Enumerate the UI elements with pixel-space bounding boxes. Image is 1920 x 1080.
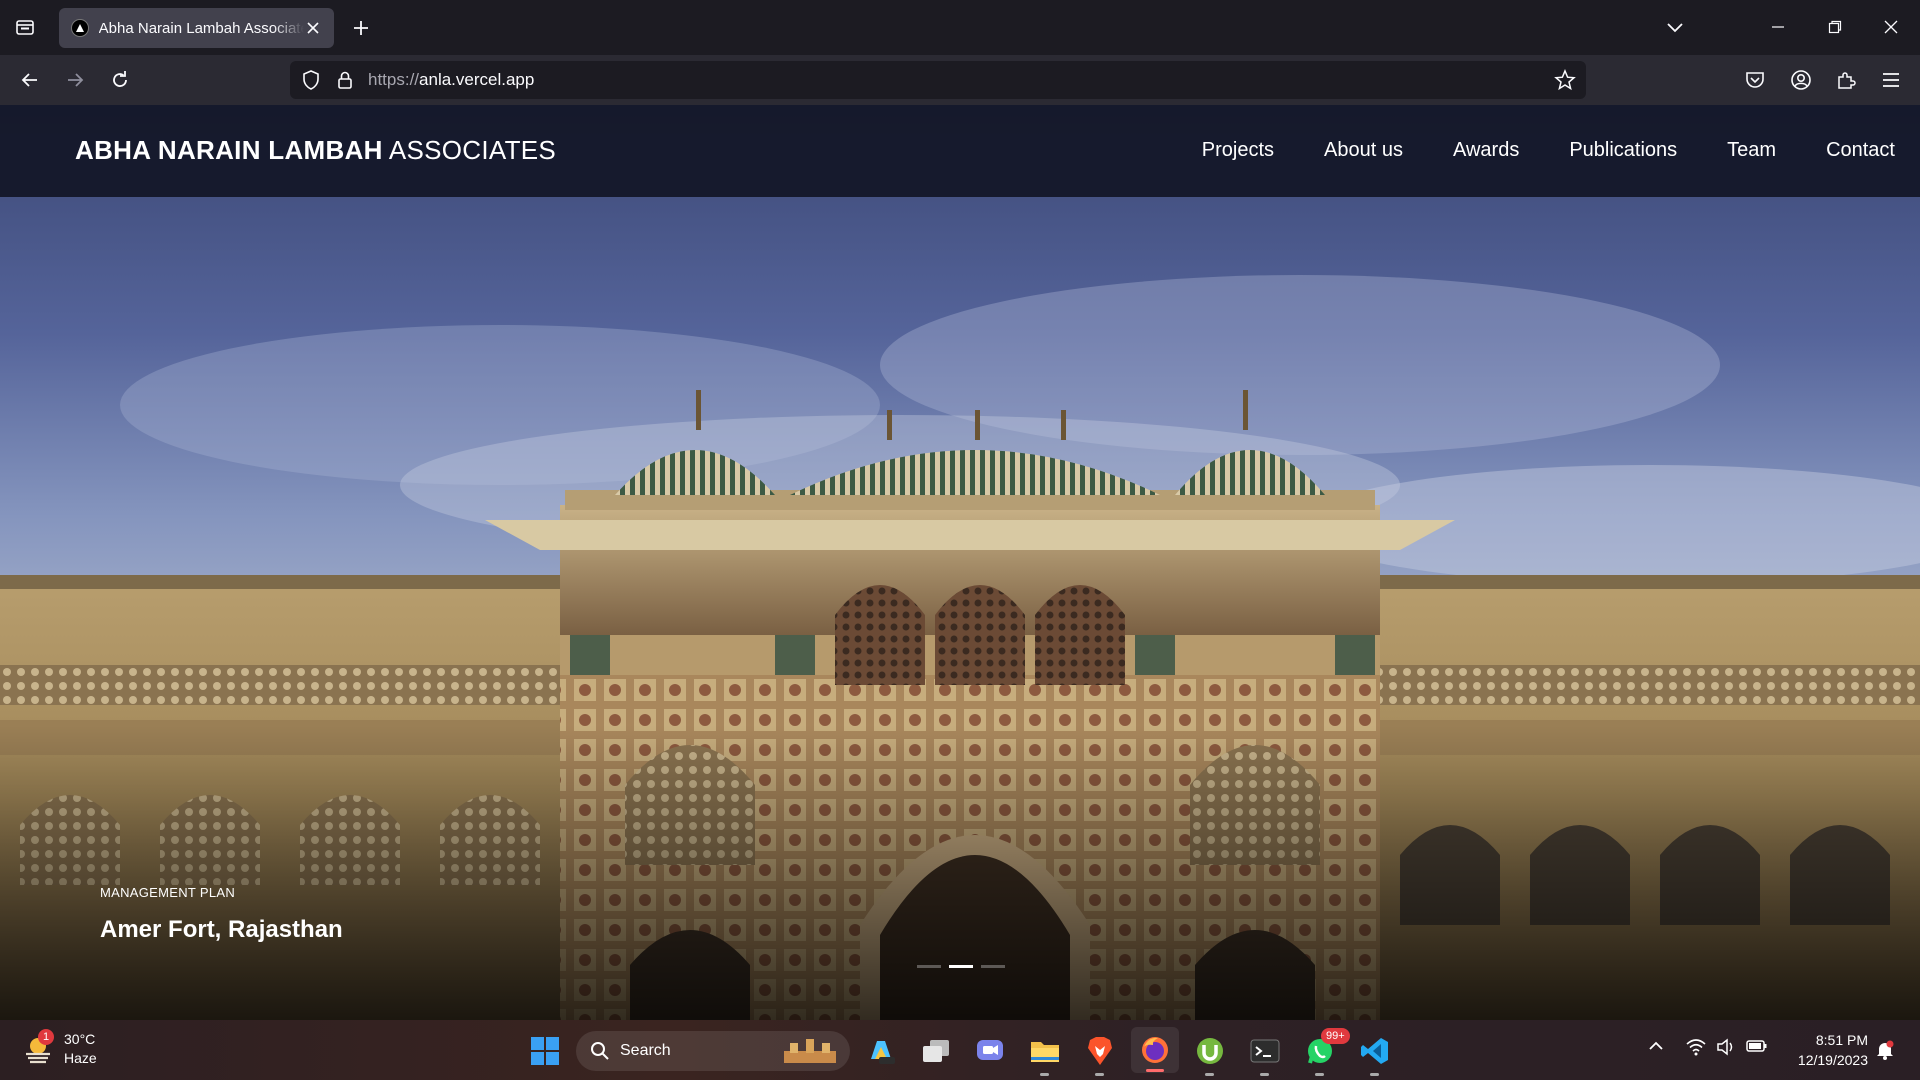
nav-contact[interactable]: Contact (1826, 139, 1895, 162)
account-icon[interactable] (1786, 65, 1816, 95)
slide-indicator-1[interactable] (917, 965, 941, 968)
site-header: ABHA NARAIN LAMBAH ASSOCIATES Projects A… (0, 105, 1920, 197)
web-page: ABHA NARAIN LAMBAH ASSOCIATES Projects A… (0, 105, 1920, 1020)
tab-title: Abha Narain Lambah Associates (98, 19, 305, 37)
show-hidden-icons-icon[interactable] (1648, 1038, 1664, 1059)
bookmark-star-icon[interactable] (1554, 69, 1576, 96)
browser-tab-bar: Abha Narain Lambah Associates (0, 0, 1920, 55)
hero-image (0, 105, 1920, 1020)
shield-icon[interactable] (300, 69, 322, 91)
copilot-icon[interactable] (862, 1032, 900, 1070)
site-favicon-icon (71, 19, 89, 37)
windows-taskbar: 1 30°C Haze Search 99+ 8:51 PM 12/19/202… (0, 1020, 1920, 1080)
hero-title[interactable]: Amer Fort, Rajasthan (100, 916, 343, 944)
url-text: https://anla.vercel.app (368, 70, 535, 89)
utorrent-icon[interactable] (1191, 1032, 1229, 1076)
active-tab[interactable]: Abha Narain Lambah Associates (59, 8, 334, 48)
clock-time: 8:51 PM (1815, 1032, 1868, 1048)
site-logo[interactable]: ABHA NARAIN LAMBAH ASSOCIATES (75, 135, 556, 166)
wifi-icon[interactable] (1686, 1038, 1706, 1061)
whatsapp-icon[interactable]: 99+ (1301, 1028, 1350, 1076)
battery-icon[interactable] (1746, 1038, 1768, 1059)
close-tab-icon[interactable] (304, 19, 322, 37)
start-icon[interactable] (526, 1032, 564, 1070)
firefox-view-icon[interactable] (12, 14, 38, 40)
slide-indicator-3[interactable] (981, 965, 1005, 968)
minimize-icon[interactable] (1763, 12, 1793, 42)
terminal-icon[interactable] (1246, 1032, 1284, 1076)
weather-desc: Haze (64, 1050, 97, 1066)
slide-indicator-2[interactable] (949, 965, 973, 968)
volume-icon[interactable] (1716, 1038, 1736, 1061)
slider-indicators (917, 965, 1005, 968)
task-view-icon[interactable] (917, 1032, 955, 1070)
forward-icon[interactable] (60, 65, 90, 95)
file-explorer-icon[interactable] (1026, 1032, 1064, 1076)
new-tab-icon[interactable] (348, 15, 374, 41)
weather-widget[interactable]: 1 30°C Haze (22, 1029, 97, 1068)
extensions-icon[interactable] (1831, 65, 1861, 95)
back-icon[interactable] (15, 65, 45, 95)
pocket-icon[interactable] (1740, 65, 1770, 95)
weather-badge: 1 (38, 1029, 55, 1045)
weather-temp: 30°C (64, 1031, 96, 1047)
search-highlight-icon (784, 1039, 836, 1063)
hero-caption: MANAGEMENT PLAN Amer Fort, Rajasthan (100, 885, 343, 944)
browser-toolbar: https://anla.vercel.app (0, 55, 1920, 105)
address-bar[interactable]: https://anla.vercel.app (290, 61, 1586, 99)
site-nav: Projects About us Awards Publications Te… (1152, 139, 1895, 162)
whatsapp-badge: 99+ (1321, 1028, 1350, 1044)
nav-awards[interactable]: Awards (1453, 139, 1519, 162)
list-all-tabs-icon[interactable] (1662, 15, 1688, 41)
reload-icon[interactable] (105, 65, 135, 95)
nav-projects[interactable]: Projects (1202, 139, 1274, 162)
lock-icon[interactable] (334, 69, 356, 91)
close-window-icon[interactable] (1876, 12, 1906, 42)
brave-browser-icon[interactable] (1081, 1032, 1119, 1076)
nav-publications[interactable]: Publications (1569, 139, 1677, 162)
restore-icon[interactable] (1820, 12, 1850, 42)
vscode-icon[interactable] (1356, 1032, 1394, 1076)
search-icon (591, 1042, 609, 1060)
notification-bell-icon[interactable] (1876, 1040, 1894, 1065)
clock[interactable]: 8:51 PM 12/19/2023 (1780, 1030, 1868, 1070)
search-label: Search (620, 1042, 671, 1059)
teams-chat-icon[interactable] (971, 1032, 1009, 1070)
clock-date: 12/19/2023 (1797, 1052, 1868, 1068)
nav-about-us[interactable]: About us (1324, 139, 1403, 162)
nav-team[interactable]: Team (1727, 139, 1776, 162)
hero-slider: ABHA NARAIN LAMBAH ASSOCIATES Projects A… (0, 105, 1920, 1020)
taskbar-search[interactable]: Search (576, 1031, 850, 1071)
firefox-icon[interactable] (1131, 1027, 1179, 1073)
hero-kicker: MANAGEMENT PLAN (100, 885, 236, 900)
app-menu-icon[interactable] (1876, 65, 1906, 95)
